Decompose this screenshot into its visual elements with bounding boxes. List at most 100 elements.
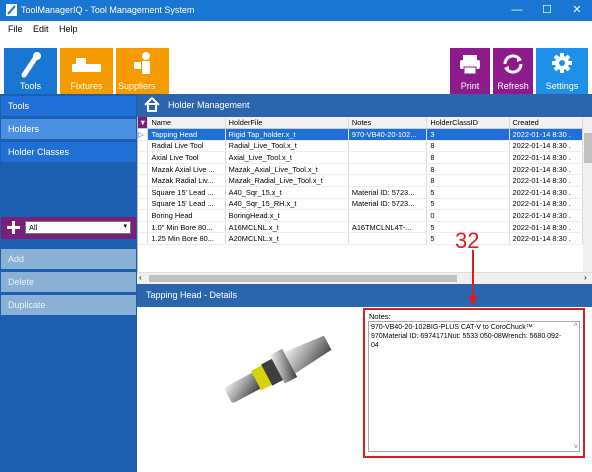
suppliers-button[interactable]: Suppliers	[116, 48, 169, 94]
sidebar-item-holders[interactable]: Holders	[1, 119, 136, 139]
table-row[interactable]: Axial Live Tool Axial_Live_Tool.x_t 8 2022-…	[138, 151, 583, 164]
horizontal-scroll-thumb[interactable]	[149, 275, 457, 282]
vertical-scroll-thumb[interactable]	[584, 133, 592, 163]
table-row[interactable]: Square 15' Lead ... A40_Sqr_15_RH.x_t Mate…	[138, 198, 583, 211]
cell-created[interactable]: 2022-01-14 8:30 .	[509, 209, 583, 222]
row-indicator[interactable]	[138, 209, 149, 222]
minimize-button[interactable]: —	[502, 0, 532, 21]
cell-name[interactable]: Radial Live Tool	[147, 140, 226, 153]
row-indicator[interactable]	[138, 232, 149, 246]
scroll-up-icon[interactable]: ˄	[574, 322, 578, 329]
scroll-left-icon[interactable]: ‹	[139, 273, 142, 282]
fixtures-button[interactable]: Fixtures	[60, 48, 113, 94]
cell-created[interactable]: 2022-01-14 8:30 .	[509, 232, 583, 246]
cell-name[interactable]: Tapping Head	[147, 128, 226, 141]
filter-funnel-icon[interactable]: ▼	[138, 117, 149, 130]
cell-name[interactable]: Boring Head	[147, 209, 226, 222]
cell-created[interactable]: 2022-01-14 8:30 .	[509, 174, 583, 188]
cell-holderclassid[interactable]: 8	[426, 163, 510, 176]
row-indicator[interactable]	[138, 151, 149, 164]
menu-edit[interactable]: Edit	[33, 24, 49, 34]
close-button[interactable]: ✕	[562, 0, 592, 21]
cell-holderfile[interactable]: Rigid Tap_holder.x_t	[225, 128, 349, 141]
home-icon[interactable]	[144, 97, 160, 112]
vertical-scrollbar[interactable]	[583, 117, 592, 272]
column-header-name[interactable]: Name	[147, 117, 226, 130]
cell-holderfile[interactable]: A40_Sqr_15_RH.x_t	[225, 198, 349, 211]
row-indicator[interactable]	[138, 221, 149, 234]
table-row[interactable]: Mazak Radial Liv... Mazak_Radial_Live_Too…	[138, 174, 583, 188]
cell-name[interactable]: Square 15' Lead ...	[147, 186, 226, 199]
cell-holderclassid[interactable]: 8	[426, 140, 510, 153]
table-row[interactable]: Square 15' Lead ... A40_Sqr_15.x_t Materia…	[138, 186, 583, 199]
cell-holderfile[interactable]: BoringHead.x_t	[225, 209, 349, 222]
column-header-created[interactable]: Created	[509, 117, 583, 130]
scroll-down-icon[interactable]: ˅	[574, 444, 578, 451]
cell-name[interactable]: Axial Live Tool	[147, 151, 226, 164]
cell-holderclassid[interactable]: 0	[426, 209, 510, 222]
cell-notes[interactable]: Material ID: 5723...	[348, 198, 428, 211]
table-row[interactable]: Mazak Axial Live ... Mazak_Axial_Live_Too…	[138, 163, 583, 176]
cell-created[interactable]: 2022-01-14 8:30 .	[509, 221, 583, 234]
cell-holderfile[interactable]: Mazak_Axial_Live_Tool.x_t	[225, 163, 349, 176]
add-button[interactable]: Add	[1, 249, 136, 269]
cell-created[interactable]: 2022-01-14 8:30 .	[509, 151, 583, 164]
settings-button[interactable]: Settings	[536, 48, 588, 94]
cell-created[interactable]: 2022-01-14 8:30 .	[509, 140, 583, 153]
row-indicator[interactable]	[138, 174, 149, 188]
cell-created[interactable]: 2022-01-14 8:30 .	[509, 186, 583, 199]
column-header-holderfile[interactable]: HolderFile	[225, 117, 349, 130]
row-indicator[interactable]	[138, 140, 149, 153]
cell-holderfile[interactable]: A16MCLNL.x_t	[225, 221, 349, 234]
cell-name[interactable]: 1.25 Min Bore 80...	[147, 232, 226, 246]
cell-notes[interactable]	[348, 151, 428, 164]
cell-notes[interactable]: A16TMCLNL4T-...	[348, 221, 428, 234]
cell-notes[interactable]	[348, 163, 428, 176]
cell-notes[interactable]	[348, 174, 428, 188]
add-filter-icon[interactable]	[7, 221, 20, 234]
cell-created[interactable]: 2022-01-14 8:30 .	[509, 163, 583, 176]
print-button[interactable]: Print	[450, 48, 490, 94]
filter-select[interactable]: All ▾	[25, 221, 131, 234]
scroll-right-icon[interactable]: ›	[584, 273, 587, 282]
table-row[interactable]: Radial Live Tool Radial_Live_Tool.x_t 8 202…	[138, 140, 583, 153]
column-header-notes[interactable]: Notes	[348, 117, 428, 130]
cell-name[interactable]: Mazak Axial Live ...	[147, 163, 226, 176]
cell-notes[interactable]	[348, 140, 428, 153]
cell-notes[interactable]	[348, 209, 428, 222]
cell-holderfile[interactable]: Radial_Live_Tool.x_t	[225, 140, 349, 153]
table-row[interactable]: 1.0" Min Bore 80... A16MCLNL.x_t A16TMCLNL…	[138, 221, 583, 234]
refresh-button[interactable]: Refresh	[493, 48, 533, 94]
cell-holderclassid[interactable]: 5	[426, 198, 510, 211]
cell-created[interactable]: 2022-01-14 8:30 .	[509, 198, 583, 211]
menu-help[interactable]: Help	[59, 24, 78, 34]
column-header-holderclassid[interactable]: HolderClassID	[426, 117, 510, 130]
cell-holderclassid[interactable]: 8	[426, 174, 510, 188]
row-indicator[interactable]	[138, 198, 149, 211]
tools-button[interactable]: Tools	[4, 48, 57, 94]
cell-holderfile[interactable]: A20MCLNL.x_t	[225, 232, 349, 246]
cell-name[interactable]: 1.0" Min Bore 80...	[147, 221, 226, 234]
row-indicator[interactable]	[138, 163, 149, 176]
cell-holderfile[interactable]: A40_Sqr_15.x_t	[225, 186, 349, 199]
cell-holderclassid[interactable]: 8	[426, 151, 510, 164]
cell-name[interactable]: Square 15' Lead ...	[147, 198, 226, 211]
cell-notes[interactable]: Material ID: 5723...	[348, 186, 428, 199]
row-indicator[interactable]	[138, 186, 149, 199]
sidebar-item-holder-classes[interactable]: Holder Classes	[1, 142, 136, 162]
duplicate-button[interactable]: Duplicate	[1, 295, 136, 315]
table-row[interactable]: ▷ Tapping Head Rigid Tap_holder.x_t 970-VB4…	[138, 128, 583, 141]
maximize-button[interactable]: ☐	[532, 0, 562, 21]
cell-holderclassid[interactable]: 3	[426, 128, 510, 141]
table-row[interactable]: 1.25 Min Bore 80... A20MCLNL.x_t 5 2022-01-…	[138, 232, 583, 246]
delete-button[interactable]: Delete	[1, 272, 136, 292]
cell-holderclassid[interactable]: 5	[426, 186, 510, 199]
horizontal-scrollbar[interactable]: ‹ ›	[137, 272, 592, 284]
sidebar-item-tools[interactable]: Tools	[1, 96, 136, 116]
menu-file[interactable]: File	[8, 24, 23, 34]
table-row[interactable]: Boring Head BoringHead.x_t 0 2022-01-14 8:3…	[138, 209, 583, 222]
row-indicator[interactable]: ▷	[138, 128, 149, 141]
cell-holderfile[interactable]: Axial_Live_Tool.x_t	[225, 151, 349, 164]
cell-name[interactable]: Mazak Radial Liv...	[147, 174, 226, 188]
cell-notes[interactable]	[348, 232, 428, 246]
